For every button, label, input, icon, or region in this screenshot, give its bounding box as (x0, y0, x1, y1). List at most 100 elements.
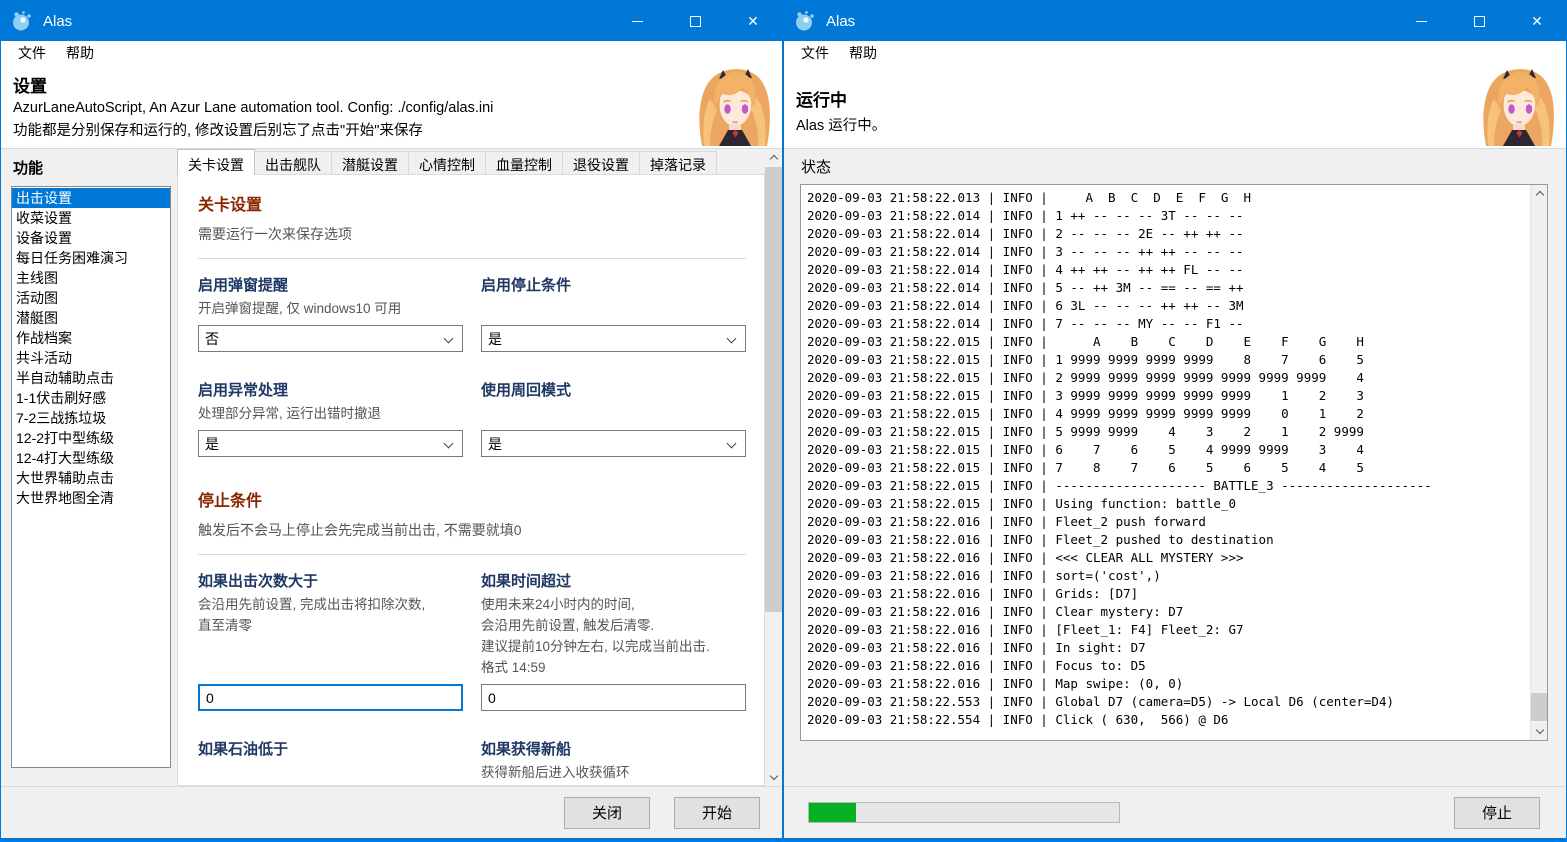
tab[interactable]: 血量控制 (485, 151, 563, 175)
log-separator: | (980, 460, 1003, 475)
tab[interactable]: 掉落记录 (639, 151, 717, 175)
sidebar-item[interactable]: 出击设置 (12, 188, 170, 208)
sidebar-item[interactable]: 大世界地图全清 (12, 488, 170, 508)
close-button[interactable]: ✕ (724, 1, 782, 41)
log-separator: | (980, 442, 1003, 457)
tab[interactable]: 出击舰队 (254, 151, 332, 175)
log-line: 2020-09-03 21:58:22.553 | INFO | Global … (807, 693, 1523, 711)
maximize-icon (1474, 16, 1485, 27)
minimize-button[interactable] (1392, 1, 1450, 41)
log-time: 2020-09-03 21:58:22.015 (807, 352, 980, 367)
scroll-down-button[interactable] (765, 769, 782, 786)
sidebar-item[interactable]: 作战档案 (12, 328, 170, 348)
log-separator: | (1033, 262, 1056, 277)
stop-button[interactable]: 停止 (1454, 797, 1540, 829)
settings-scrollbar[interactable] (765, 149, 782, 786)
maximize-button[interactable] (1450, 1, 1508, 41)
log-message: Focus to: D5 (1055, 658, 1145, 673)
log-line: 2020-09-03 21:58:22.015 | INFO | A B C D… (807, 333, 1523, 351)
log-message: 3 -- -- -- ++ ++ -- -- -- (1055, 244, 1243, 259)
enable-stop-label: 启用停止条件 (481, 275, 746, 296)
log-level: INFO (1003, 622, 1033, 637)
tab[interactable]: 退役设置 (562, 151, 640, 175)
log-message: Map swipe: (0, 0) (1055, 676, 1183, 691)
sidebar-item[interactable]: 半自动辅助点击 (12, 368, 170, 388)
log-time: 2020-09-03 21:58:22.016 (807, 640, 980, 655)
start-button[interactable]: 开始 (674, 797, 760, 829)
sidebar-item[interactable]: 设备设置 (12, 228, 170, 248)
titlebar[interactable]: Alas ✕ (784, 1, 1566, 41)
log-separator: | (1033, 478, 1056, 493)
log-separator: | (1033, 280, 1056, 295)
sidebar-item[interactable]: 主线图 (12, 268, 170, 288)
chevron-up-icon (769, 155, 777, 163)
menu-help[interactable]: 帮助 (56, 41, 104, 65)
tab[interactable]: 关卡设置 (177, 149, 255, 175)
sidebar-item[interactable]: 大世界辅助点击 (12, 468, 170, 488)
sidebar-item[interactable]: 共斗活动 (12, 348, 170, 368)
window-title: Alas (43, 13, 72, 30)
page-title: 设置 (13, 72, 782, 97)
log-level: INFO (1003, 550, 1033, 565)
log-separator: | (1033, 550, 1056, 565)
if-time-input[interactable] (481, 684, 746, 711)
scroll-thumb[interactable] (765, 167, 782, 612)
function-listbox[interactable]: 出击设置收菜设置设备设置每日任务困难演习主线图活动图潜艇图作战档案共斗活动半自动… (11, 186, 171, 768)
enable-popup-select[interactable]: 否 (198, 325, 463, 352)
log-separator: | (980, 694, 1003, 709)
sidebar-item[interactable]: 活动图 (12, 288, 170, 308)
log-line: 2020-09-03 21:58:22.015 | INFO | 7 8 7 6… (807, 459, 1523, 477)
log-message: Clear mystery: D7 (1055, 604, 1183, 619)
close-icon: ✕ (1531, 14, 1543, 28)
exception-select[interactable]: 是 (198, 430, 463, 457)
log-line: 2020-09-03 21:58:22.016 | INFO | Fleet_2… (807, 513, 1523, 531)
close-window-button[interactable]: 关闭 (564, 797, 650, 829)
log-time: 2020-09-03 21:58:22.016 (807, 604, 980, 619)
minimize-button[interactable] (608, 1, 666, 41)
scroll-up-button[interactable] (765, 149, 782, 166)
sidebar-item[interactable]: 1-1伏击刷好感 (12, 388, 170, 408)
log-scrollbar[interactable] (1530, 185, 1547, 740)
log-separator: | (980, 316, 1003, 331)
log-separator: | (980, 370, 1003, 385)
sidebar-item[interactable]: 潜艇图 (12, 308, 170, 328)
close-button[interactable]: ✕ (1508, 1, 1566, 41)
menu-file[interactable]: 文件 (791, 41, 839, 65)
log-level: INFO (1003, 280, 1033, 295)
log-separator: | (1033, 568, 1056, 583)
sidebar-item[interactable]: 7-2三战拣垃圾 (12, 408, 170, 428)
progress-fill (809, 803, 856, 822)
header-description-2: 功能都是分别保存和运行的, 修改设置后别忘了点击"开始"来保存 (13, 119, 782, 140)
scroll-down-button[interactable] (1531, 723, 1548, 740)
menubar: 文件 帮助 (1, 41, 782, 64)
sidebar-item[interactable]: 12-2打中型练级 (12, 428, 170, 448)
if-count-input[interactable] (198, 684, 463, 711)
log-output[interactable]: 2020-09-03 21:58:22.013 | INFO | A B C D… (800, 184, 1548, 741)
scroll-thumb[interactable] (1531, 693, 1548, 721)
log-separator: | (1033, 496, 1056, 511)
maximize-button[interactable] (666, 1, 724, 41)
log-separator: | (980, 244, 1003, 259)
section-title-stage: 关卡设置 (198, 191, 746, 215)
log-line: 2020-09-03 21:58:22.016 | INFO | [Fleet_… (807, 621, 1523, 639)
log-message: Grids: [D7] (1055, 586, 1138, 601)
loop-mode-label: 使用周回模式 (481, 380, 746, 401)
sidebar-item[interactable]: 12-4打大型练级 (12, 448, 170, 468)
menu-file[interactable]: 文件 (8, 41, 56, 65)
page-header: 设置 AzurLaneAutoScript, An Azur Lane auto… (1, 64, 782, 149)
loop-mode-select[interactable]: 是 (481, 430, 746, 457)
log-message: 2 -- -- -- 2E -- ++ ++ -- (1055, 226, 1243, 241)
tab[interactable]: 心情控制 (408, 151, 486, 175)
tab[interactable]: 潜艇设置 (331, 151, 409, 175)
log-time: 2020-09-03 21:58:22.015 (807, 424, 980, 439)
scroll-up-button[interactable] (1531, 185, 1548, 202)
log-message: 5 9999 9999 4 3 2 1 2 9999 (1055, 424, 1364, 439)
sidebar-item[interactable]: 每日任务困难演习 (12, 248, 170, 268)
sidebar-item[interactable]: 收菜设置 (12, 208, 170, 228)
titlebar[interactable]: Alas ✕ (1, 1, 782, 41)
log-line: 2020-09-03 21:58:22.014 | INFO | 2 -- --… (807, 225, 1523, 243)
log-line: 2020-09-03 21:58:22.016 | INFO | <<< CLE… (807, 549, 1523, 567)
enable-stop-select[interactable]: 是 (481, 325, 746, 352)
menu-help[interactable]: 帮助 (839, 41, 887, 65)
log-message: Fleet_2 pushed to destination (1055, 532, 1273, 547)
